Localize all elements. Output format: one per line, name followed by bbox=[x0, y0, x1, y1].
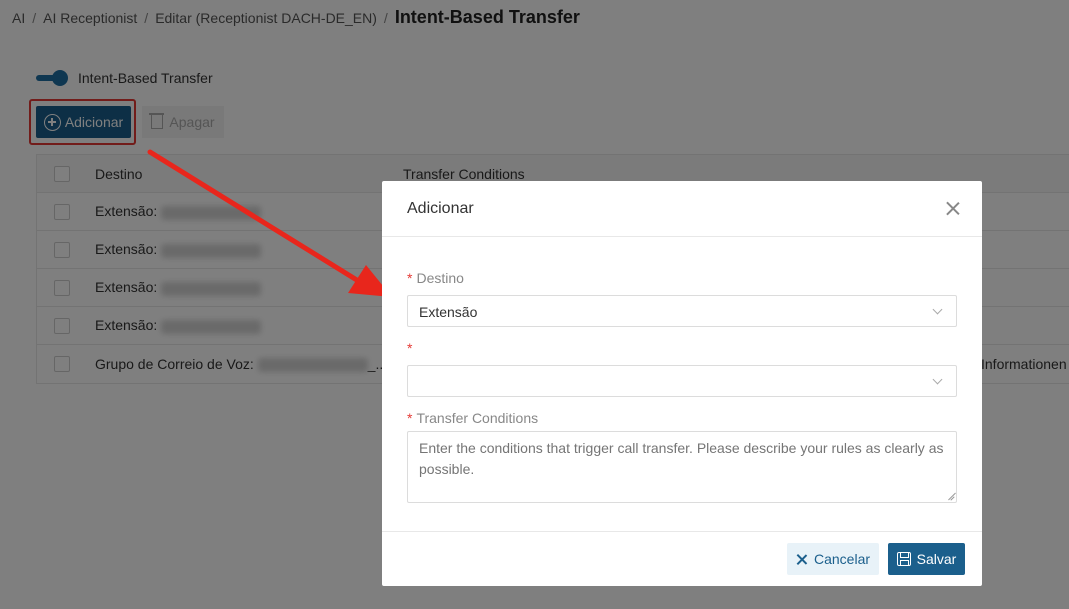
dialog-footer: Cancelar Salvar bbox=[382, 531, 982, 586]
required-mark: * bbox=[407, 340, 413, 356]
destino-select-value: Extensão bbox=[419, 304, 478, 320]
save-button[interactable]: Salvar bbox=[888, 543, 965, 575]
destino-select[interactable]: Extensão bbox=[407, 295, 957, 327]
chevron-down-icon bbox=[932, 304, 943, 315]
save-button-label: Salvar bbox=[916, 551, 957, 567]
close-icon bbox=[796, 554, 807, 565]
close-icon[interactable] bbox=[946, 201, 960, 215]
second-field-label: * bbox=[407, 340, 416, 356]
dialog-title: Adicionar bbox=[407, 200, 474, 217]
save-icon bbox=[896, 552, 911, 566]
add-dialog: Adicionar * Destino Extensão * * Transfer … bbox=[382, 181, 982, 586]
extension-select[interactable] bbox=[407, 365, 957, 397]
dialog-header: Adicionar bbox=[382, 181, 982, 237]
conditions-textarea[interactable] bbox=[407, 431, 957, 503]
required-mark: * bbox=[407, 270, 413, 286]
chevron-down-icon bbox=[932, 374, 943, 385]
resize-handle-icon[interactable] bbox=[947, 493, 955, 501]
cancel-button-label: Cancelar bbox=[813, 551, 871, 567]
destino-label-text: Destino bbox=[416, 270, 464, 286]
cancel-button[interactable]: Cancelar bbox=[787, 543, 879, 575]
conditions-label-text: Transfer Conditions bbox=[416, 410, 539, 426]
conditions-label: * Transfer Conditions bbox=[407, 410, 538, 426]
destino-label: * Destino bbox=[407, 270, 464, 286]
required-mark: * bbox=[407, 410, 413, 426]
